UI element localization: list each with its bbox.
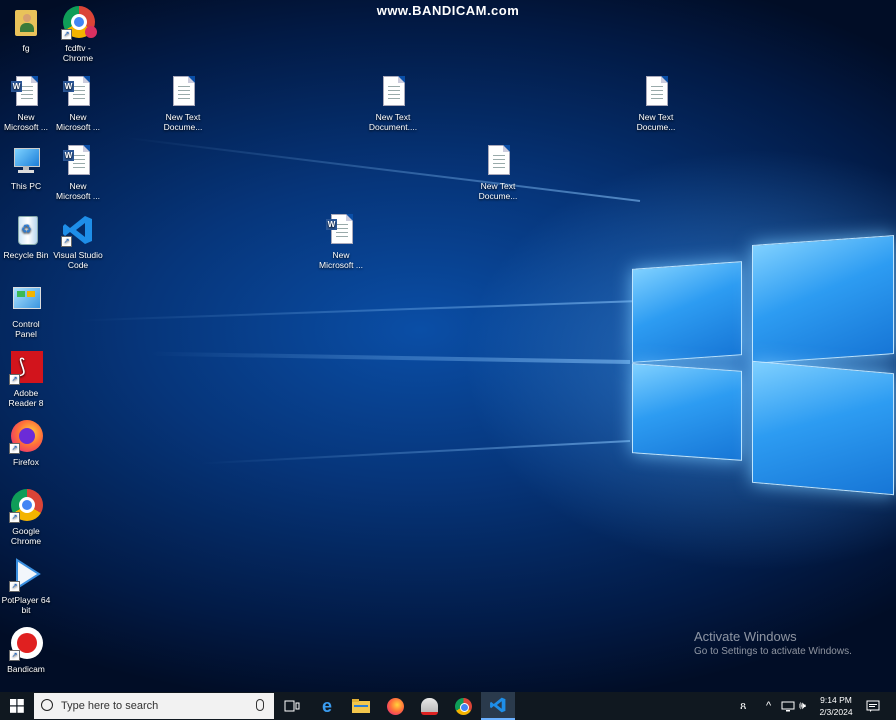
light-beam [123,136,641,202]
taskbar-network-app[interactable] [412,692,446,720]
system-clock[interactable]: 9:14 PM 2/3/2024 [812,694,860,718]
firefox-icon: ↗ [9,420,43,454]
windows-logo-pane [632,261,742,363]
word-doc-icon: W [9,75,43,109]
network-app-icon [420,697,438,715]
desktop-icon-fcdftv-chrome[interactable]: ↗ fcdftv - Chrome [50,6,106,63]
desktop-icon-potplayer[interactable]: ↗ PotPlayer 64 bit [0,558,54,615]
desktop-icon-visual-studio-code[interactable]: ↗ Visual Studio Code [50,213,106,270]
action-center-button[interactable] [866,692,880,720]
desktop-icon-google-chrome[interactable]: ↗ Google Chrome [0,489,54,546]
user-folder-icon [9,6,43,40]
people-icon[interactable]: ጸ [740,692,746,720]
taskbar-search-box[interactable]: Type here to search [34,693,274,719]
taskbar-firefox[interactable] [378,692,412,720]
desktop-icon-bandicam[interactable]: ↗ Bandicam [0,627,54,674]
desktop-icon-new-text-doc-1[interactable]: New Text Docume... [155,75,211,132]
task-view-icon [284,700,300,712]
recycle-bin-icon: ♻ [9,213,43,247]
file-explorer-icon [352,699,370,713]
word-doc-icon: W [61,75,95,109]
shortcut-arrow-icon: ↗ [9,512,20,523]
taskbar-chrome[interactable] [446,692,480,720]
activate-windows-watermark: Activate Windows Go to Settings to activ… [694,629,852,657]
windows-logo-pane [632,363,742,461]
desktop-icon-this-pc[interactable]: This PC [0,144,54,191]
desktop-icon-firefox[interactable]: ↗ Firefox [0,420,54,467]
desktop-icon-new-microsoft-1[interactable]: W New Microsoft ... [0,75,54,132]
desktop-icon-adobe-reader[interactable]: ⟆ ↗ Adobe Reader 8 [0,351,54,408]
shortcut-arrow-icon: ↗ [9,581,20,592]
shortcut-arrow-icon: ↗ [9,374,20,385]
desktop[interactable]: www.BANDICAM.com fg ↗ fcdftv - Chrome W … [0,0,896,692]
task-view-button[interactable] [275,692,309,720]
start-button[interactable] [0,692,34,720]
vscode-icon: ↗ [61,213,95,247]
bandicam-watermark: www.BANDICAM.com [376,3,520,18]
clock-time: 9:14 PM [820,695,852,705]
control-panel-icon [9,282,43,316]
desktop-icon-new-microsoft-3[interactable]: W New Microsoft ... [50,144,106,201]
word-doc-icon: W [61,144,95,178]
clock-date: 2/3/2024 [819,707,853,717]
computer-icon [9,144,43,178]
show-hidden-icons-chevron-up-icon[interactable]: ^ [766,692,771,720]
desktop-icon-new-text-doc-2[interactable]: New Text Document.... [365,75,421,132]
network-icon[interactable] [781,692,795,720]
bandicam-icon: ↗ [9,627,43,661]
activate-windows-title: Activate Windows [694,629,797,644]
shortcut-arrow-icon: ↗ [61,236,72,247]
potplayer-icon: ↗ [9,558,43,592]
text-doc-icon [639,75,673,109]
desktop-icon-control-panel[interactable]: Control Panel [0,282,54,339]
chrome-icon [454,697,472,715]
light-beam [150,351,631,364]
shortcut-arrow-icon: ↗ [9,443,20,454]
word-doc-icon: W [324,213,358,247]
windows-logo-pane [752,235,894,364]
notification-icon [866,700,880,712]
taskbar-vscode-active[interactable] [481,692,515,720]
desktop-icon-new-microsoft-2[interactable]: W New Microsoft ... [50,75,106,132]
desktop-icon-fg[interactable]: fg [0,6,54,53]
windows-logo-pane [752,360,894,496]
taskbar-file-explorer[interactable] [344,692,378,720]
firefox-icon [386,697,404,715]
desktop-icon-new-text-doc-3[interactable]: New Text Docume... [628,75,684,132]
chrome-profile-icon: ↗ [61,6,97,40]
search-icon [41,699,53,711]
text-doc-icon [481,144,515,178]
search-placeholder: Type here to search [61,700,159,712]
vscode-icon [490,697,506,713]
volume-icon[interactable]: 🕪 [799,692,806,720]
microphone-icon[interactable] [256,699,264,711]
shortcut-arrow-icon: ↗ [61,29,72,40]
taskbar-edge[interactable]: e [310,692,344,720]
light-beam [200,440,631,465]
desktop-icon-new-text-doc-4[interactable]: New Text Docume... [470,144,526,201]
desktop-icon-new-microsoft-4[interactable]: W New Microsoft ... [313,213,369,270]
light-beam [80,300,641,322]
windows-start-icon [10,699,24,713]
pdf-icon: ⟆ ↗ [9,351,43,385]
desktop-icon-recycle-bin[interactable]: ♻ Recycle Bin [0,213,54,260]
chrome-icon: ↗ [9,489,43,523]
activate-windows-subtitle: Go to Settings to activate Windows. [694,646,852,657]
text-doc-icon [376,75,410,109]
text-doc-icon [166,75,200,109]
shortcut-arrow-icon: ↗ [9,650,20,661]
edge-icon: e [321,695,332,716]
taskbar: Type here to search e ጸ ^ 🕪 9:14 PM 2/3/… [0,692,896,720]
